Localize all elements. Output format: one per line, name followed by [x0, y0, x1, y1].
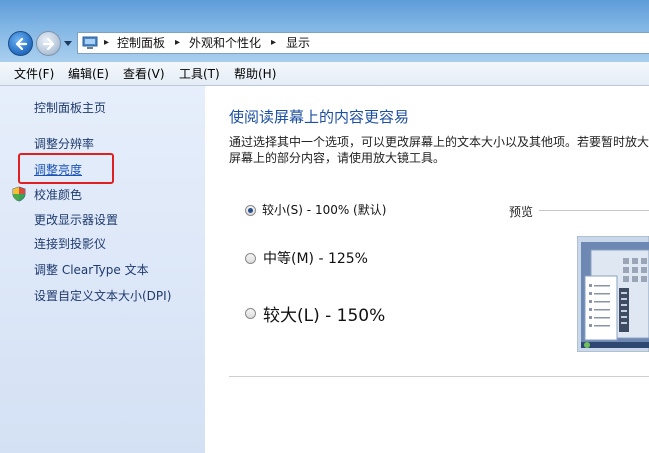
- preview-image: [577, 236, 649, 352]
- sidebar-item-display-settings[interactable]: 更改显示器设置: [34, 213, 118, 227]
- sidebar-item-projector[interactable]: 连接到投影仪: [34, 237, 106, 251]
- sidebar: 控制面板主页 调整分辨率 调整亮度 校准颜色 更改显示器设置 连接到投影仪 调整…: [0, 86, 205, 453]
- shield-icon: [12, 186, 26, 202]
- sidebar-item-resolution[interactable]: 调整分辨率: [34, 137, 94, 151]
- address-bar[interactable]: ▸ 控制面板 ▸ 外观和个性化 ▸ 显示: [77, 32, 649, 54]
- menu-file[interactable]: 文件(F): [14, 67, 54, 81]
- navigation-bar: ▸ 控制面板 ▸ 外观和个性化 ▸ 显示: [0, 0, 649, 62]
- radio-smaller[interactable]: [245, 205, 256, 216]
- forward-button[interactable]: [36, 31, 61, 56]
- menu-bar: 文件(F) 编辑(E) 查看(V) 工具(T) 帮助(H): [0, 62, 649, 86]
- sidebar-item-cleartype[interactable]: 调整 ClearType 文本: [34, 263, 149, 277]
- menu-view[interactable]: 查看(V): [123, 67, 165, 81]
- sidebar-item-custom-dpi[interactable]: 设置自定义文本大小(DPI): [34, 289, 171, 303]
- menu-edit[interactable]: 编辑(E): [68, 67, 109, 81]
- sidebar-item-calibrate-color[interactable]: 校准颜色: [34, 188, 82, 202]
- page-title: 使阅读屏幕上的内容更容易: [229, 108, 410, 126]
- menu-tools[interactable]: 工具(T): [179, 67, 220, 81]
- breadcrumb-control-panel[interactable]: 控制面板: [117, 36, 165, 50]
- radio-larger[interactable]: [245, 308, 256, 319]
- breadcrumb-appearance[interactable]: 外观和个性化: [189, 36, 261, 50]
- breadcrumb-display[interactable]: 显示: [286, 36, 310, 50]
- page-description: 通过选择其中一个选项，可以更改屏幕上的文本大小以及其他项。若要暂时放大屏幕上的部…: [229, 135, 649, 165]
- breadcrumb-separator: ▸: [271, 37, 277, 48]
- option-larger-label[interactable]: 较大(L) - 150%: [263, 301, 385, 326]
- menu-help[interactable]: 帮助(H): [234, 67, 276, 81]
- sidebar-control-panel-home[interactable]: 控制面板主页: [34, 101, 106, 115]
- back-arrow-icon: [15, 37, 28, 51]
- section-divider: [229, 376, 649, 377]
- main-content: 使阅读屏幕上的内容更容易 通过选择其中一个选项，可以更改屏幕上的文本大小以及其他…: [205, 86, 649, 453]
- radio-medium[interactable]: [245, 253, 256, 264]
- breadcrumb-separator: ▸: [175, 37, 181, 48]
- forward-arrow-icon: [42, 37, 55, 51]
- highlight-annotation: [18, 153, 114, 184]
- recent-pages-dropdown-icon[interactable]: [64, 41, 72, 47]
- control-panel-icon: [82, 36, 98, 49]
- breadcrumb-separator: ▸: [104, 37, 110, 48]
- preview-label: 预览: [509, 205, 534, 219]
- option-smaller-label[interactable]: 较小(S) - 100% (默认): [262, 201, 386, 218]
- option-medium-label[interactable]: 中等(M) - 125%: [263, 248, 368, 268]
- preview-divider: [539, 210, 649, 211]
- back-button[interactable]: [8, 31, 33, 56]
